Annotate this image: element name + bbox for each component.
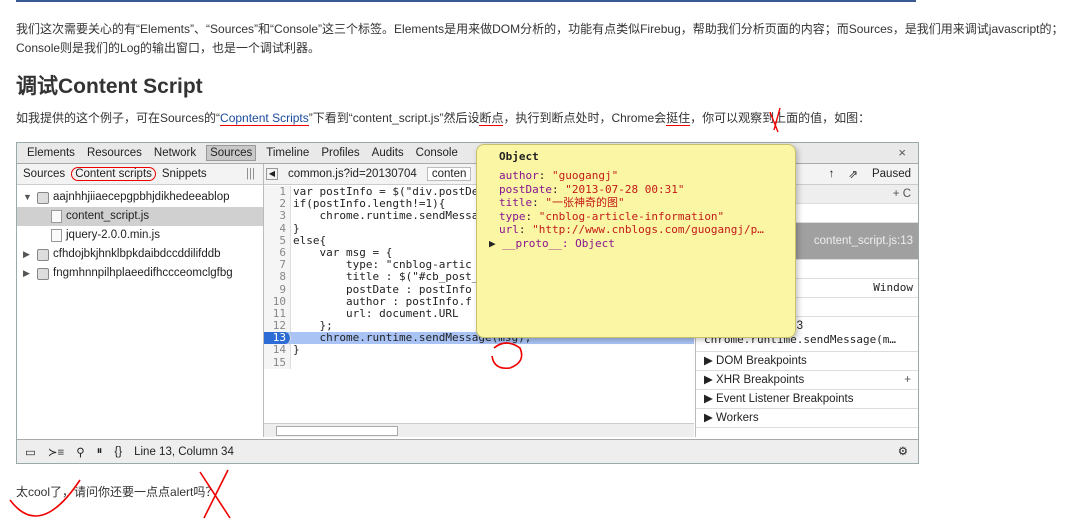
annotation-swoosh [9,479,81,517]
annotation-circle-msg [491,342,523,370]
annotation-cross [199,469,231,519]
annotation-marks [9,107,781,519]
annotation-cross-small [769,107,781,133]
